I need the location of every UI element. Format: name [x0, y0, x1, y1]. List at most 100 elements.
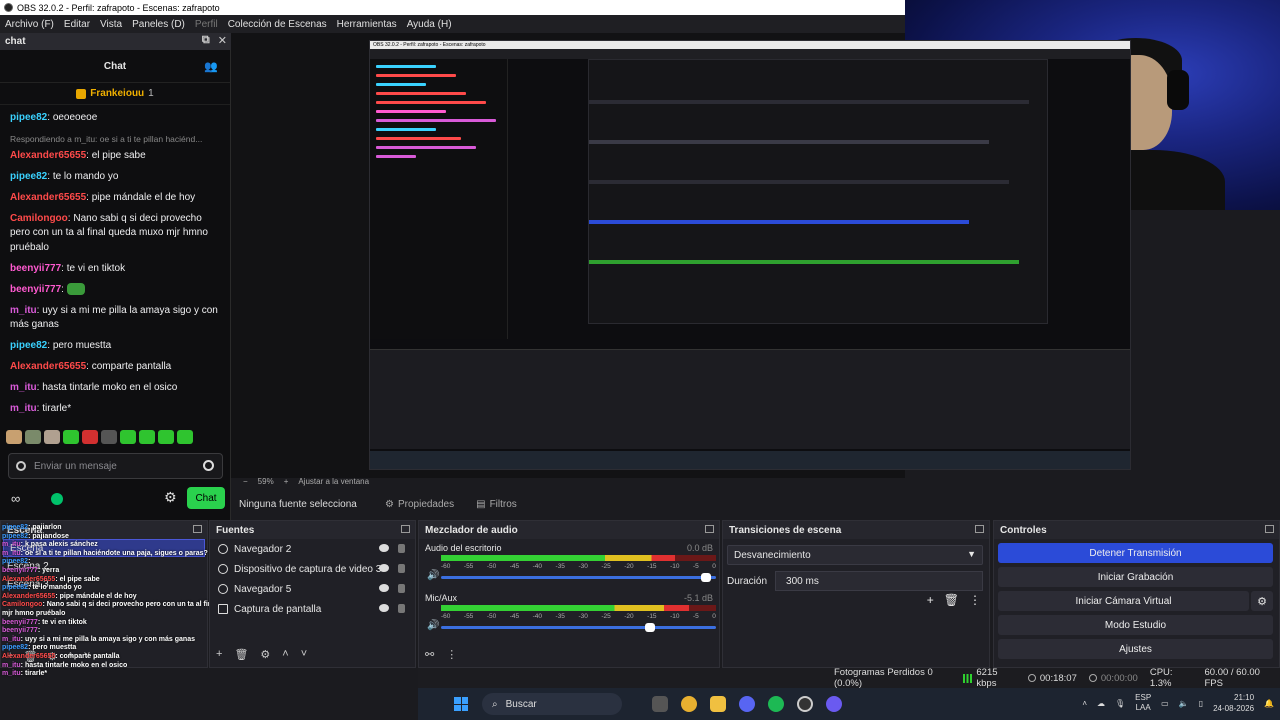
volume-slider[interactable] — [441, 573, 716, 582]
dock-float-icon[interactable] — [975, 525, 984, 533]
infinity-icon[interactable]: ∞ — [11, 491, 20, 506]
source-item[interactable]: Captura de pantalla — [210, 599, 415, 619]
duration-input[interactable]: 300 ms — [775, 571, 983, 591]
add-transition-icon[interactable]: + — [927, 593, 934, 607]
emote-icon[interactable] — [25, 430, 41, 444]
add-source-icon[interactable]: + — [216, 648, 222, 661]
move-up-icon[interactable]: ˄ — [282, 648, 288, 661]
properties-button[interactable]: ⚙ Propiedades — [377, 496, 462, 513]
lock-icon[interactable] — [398, 584, 405, 593]
chat-send-button[interactable]: Chat — [187, 487, 225, 509]
emote-icon[interactable] — [177, 430, 193, 444]
speaker-icon[interactable]: 🔊 — [427, 570, 439, 581]
language-indicator[interactable]: ESP LAA — [1135, 693, 1151, 713]
file-explorer-icon[interactable] — [710, 696, 726, 712]
remove-transition-icon[interactable]: 🗑 — [944, 593, 959, 607]
scene-item[interactable]: Escena — [3, 539, 205, 557]
stop-stream-button[interactable]: Detener Transmisión — [998, 543, 1273, 563]
emote-icon[interactable] — [158, 430, 174, 444]
dock-float-icon[interactable] — [193, 525, 202, 533]
notification-bell-icon[interactable]: 🔔 — [1264, 699, 1274, 708]
gear-icon[interactable]: ⚙ — [1251, 591, 1273, 611]
discord-icon[interactable] — [739, 696, 755, 712]
dock-float-icon[interactable] — [705, 525, 714, 533]
chrome-icon[interactable] — [681, 696, 697, 712]
emote-icon[interactable] — [82, 430, 98, 444]
settings-button[interactable]: Ajustes — [998, 639, 1273, 659]
chat-input[interactable]: Enviar un mensaje — [8, 453, 223, 479]
app-icon[interactable] — [826, 696, 842, 712]
studio-mode-button[interactable]: Modo Estudio — [998, 615, 1273, 635]
menu-editar[interactable]: Editar — [59, 19, 95, 30]
more-icon[interactable]: ⋮ — [969, 593, 981, 607]
close-icon[interactable]: ✕ — [218, 34, 227, 47]
emote-icon[interactable] — [44, 430, 60, 444]
dock-float-icon[interactable]: ⧉ — [202, 34, 210, 47]
source-item[interactable]: Navegador 5 — [210, 579, 415, 599]
zoom-in-icon[interactable]: + — [284, 477, 289, 486]
eye-icon[interactable] — [379, 584, 389, 592]
bits-icon[interactable] — [16, 461, 26, 471]
lock-icon[interactable] — [398, 604, 405, 613]
remove-source-icon[interactable]: 🗑 — [234, 648, 248, 661]
dock-float-icon[interactable] — [1265, 525, 1274, 533]
monitor-icon[interactable]: ▭ — [1161, 699, 1169, 708]
pinned-hype[interactable]: Frankeiouu 1 — [0, 83, 230, 105]
remove-scene-icon[interactable]: 🗑 — [23, 650, 37, 663]
emote-icon[interactable] — [139, 430, 155, 444]
dock-float-icon[interactable] — [401, 525, 410, 533]
lock-icon[interactable] — [398, 564, 405, 573]
eye-icon[interactable] — [379, 544, 389, 552]
emote-icon[interactable] — [63, 430, 79, 444]
tray-arrow-icon[interactable]: ˄ — [1082, 699, 1087, 708]
start-recording-button[interactable]: Iniciar Grabación — [998, 567, 1273, 587]
menu-perfil[interactable]: Perfil — [190, 19, 223, 30]
emote-icon[interactable] — [6, 430, 22, 444]
taskbar-search[interactable]: ⌕ Buscar — [482, 693, 622, 715]
zoom-out-icon[interactable]: − — [243, 477, 248, 486]
move-up-icon[interactable]: ˄ — [67, 650, 73, 663]
spotify-icon[interactable] — [768, 696, 784, 712]
obs-icon[interactable] — [797, 696, 813, 712]
link-icon[interactable]: ⚯ — [425, 648, 434, 661]
source-item[interactable]: Navegador 2 — [210, 539, 415, 559]
add-scene-icon[interactable]: + — [7, 650, 13, 663]
filters-button[interactable]: ▤ Filtros — [468, 496, 525, 513]
zoom-fit[interactable]: Ajustar a la ventana — [298, 477, 369, 486]
scene-item[interactable]: Escena 3 — [1, 575, 207, 593]
transition-select[interactable]: Desvanecimiento ▼ — [727, 545, 983, 565]
volume-icon[interactable]: 🔈 — [1179, 699, 1189, 708]
battery-icon[interactable]: ▯ — [1199, 699, 1203, 708]
scene-item[interactable]: Escena 2 — [1, 557, 207, 575]
volume-slider[interactable] — [441, 623, 716, 632]
eye-icon[interactable] — [379, 564, 389, 572]
move-down-icon[interactable]: ˅ — [301, 648, 307, 661]
cloud-icon[interactable]: ☁ — [1097, 699, 1105, 708]
task-view-icon[interactable] — [652, 696, 668, 712]
move-down-icon[interactable]: ˅ — [84, 650, 90, 663]
mic-icon[interactable]: 🎙 — [1115, 699, 1125, 708]
menu-archivo[interactable]: Archivo (F) — [0, 19, 59, 30]
volume-knob[interactable] — [700, 573, 711, 582]
menu-paneles[interactable]: Paneles (D) — [127, 19, 190, 30]
source-config-icon[interactable]: ⚙ — [260, 648, 270, 661]
menu-ayuda[interactable]: Ayuda (H) — [402, 19, 457, 30]
menu-vista[interactable]: Vista — [95, 19, 127, 30]
channel-points-icon[interactable] — [51, 493, 63, 505]
gear-icon[interactable]: ⚙ — [164, 489, 177, 506]
clock[interactable]: 21:10 24-08-2026 — [1213, 692, 1254, 714]
emote-icon[interactable] — [101, 430, 117, 444]
source-item[interactable]: Dispositivo de captura de video 3 — [210, 559, 415, 579]
emote-icon[interactable] — [120, 430, 136, 444]
more-icon[interactable]: ⋮ — [446, 648, 457, 661]
emote-picker-icon[interactable] — [203, 460, 214, 471]
menu-herramientas[interactable]: Herramientas — [332, 19, 402, 30]
menu-coleccion-escenas[interactable]: Colección de Escenas — [223, 19, 332, 30]
preview-canvas[interactable]: OBS 32.0.2 - Perfil: zafrapoto - Escenas… — [369, 40, 1131, 470]
users-icon[interactable]: 👥 — [204, 60, 218, 73]
scene-config-icon[interactable]: ⚙ — [47, 650, 57, 663]
volume-knob[interactable] — [645, 623, 656, 632]
windows-start-icon[interactable] — [454, 697, 468, 711]
start-virtual-camera-button[interactable]: Iniciar Cámara Virtual — [998, 591, 1249, 611]
eye-icon[interactable] — [379, 604, 389, 612]
